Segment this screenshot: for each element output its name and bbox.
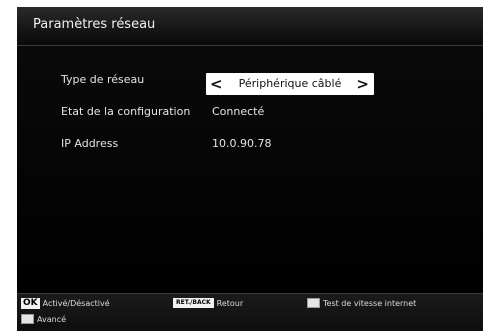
advanced-label: Avancé <box>37 314 67 324</box>
ip-address-label: IP Address <box>61 137 119 150</box>
colored-key-icon <box>21 314 34 324</box>
network-type-value: Périphérique câblé <box>238 77 342 90</box>
back-hint[interactable]: RET./BACK Retour <box>173 298 243 308</box>
colored-key-icon <box>307 298 320 308</box>
ok-hint[interactable]: OK Activé/Désactivé <box>21 298 110 309</box>
chevron-right-icon[interactable]: > <box>356 73 369 95</box>
header-bar: Paramètres réseau <box>17 7 483 46</box>
ip-address-value: 10.0.90.78 <box>212 137 272 150</box>
speed-test-label: Test de vitesse internet <box>323 298 417 308</box>
back-hint-label: Retour <box>216 298 244 308</box>
network-settings-screen: Paramètres réseau Type de réseau < Périp… <box>17 7 483 331</box>
footer-hints: OK Activé/Désactivé RET./BACK Retour Tes… <box>17 293 483 331</box>
network-type-selector[interactable]: < Périphérique câblé > <box>206 73 374 95</box>
speed-test-hint[interactable]: Test de vitesse internet <box>307 298 416 308</box>
network-type-label: Type de réseau <box>61 73 145 86</box>
advanced-hint[interactable]: Avancé <box>21 314 66 324</box>
ok-hint-label: Activé/Désactivé <box>42 299 110 308</box>
page-title: Paramètres réseau <box>33 17 156 32</box>
settings-panel: Type de réseau < Périphérique câblé > Et… <box>17 46 483 293</box>
chevron-left-icon[interactable]: < <box>210 73 223 95</box>
back-key-icon: RET./BACK <box>173 298 214 308</box>
config-state-label: Etat de la configuration <box>61 105 191 118</box>
ok-key-icon: OK <box>21 298 40 309</box>
config-state-value: Connecté <box>212 105 265 118</box>
